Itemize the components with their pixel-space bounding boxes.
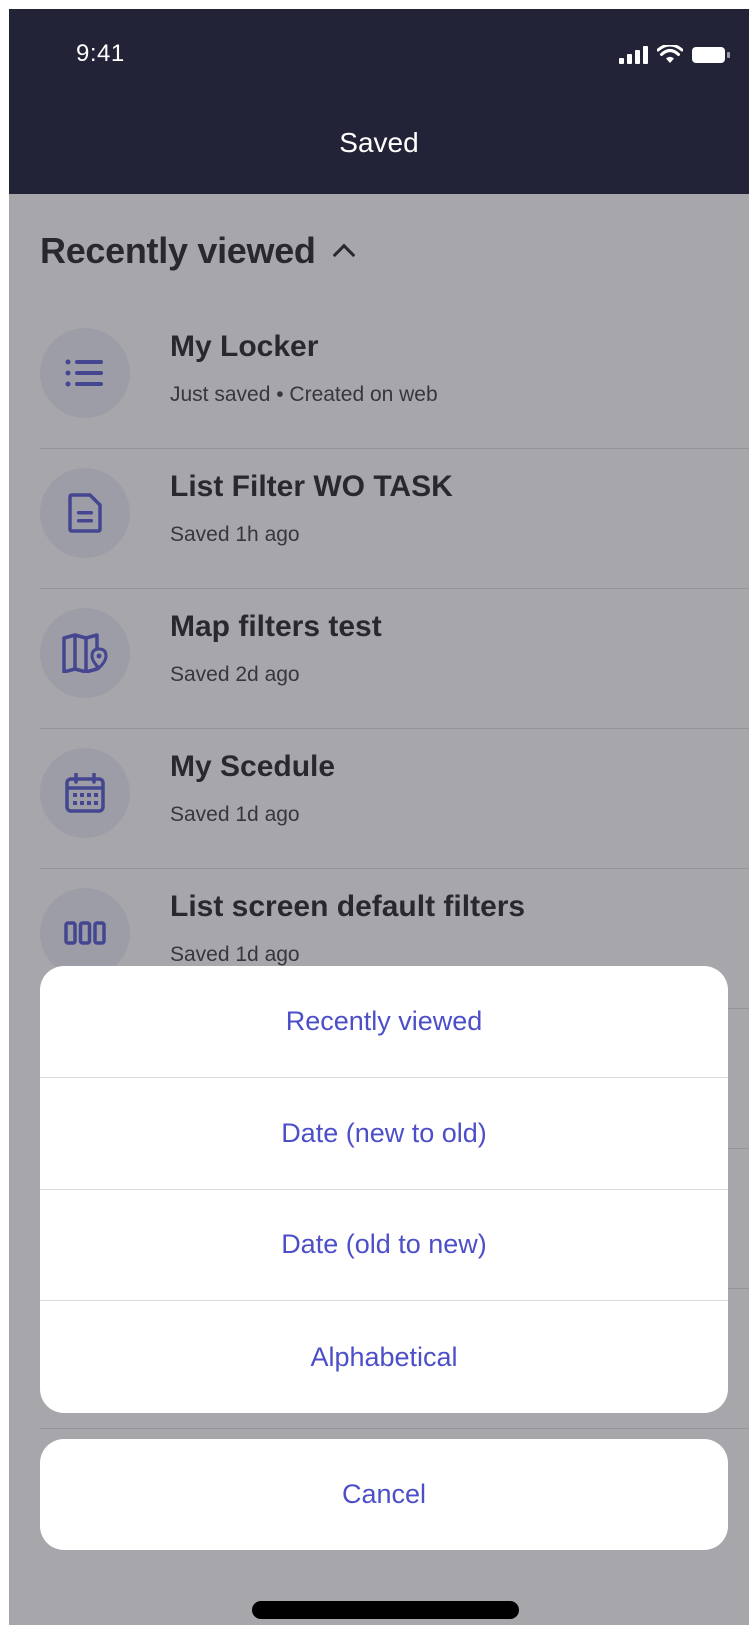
sort-option-alphabetical[interactable]: Alphabetical: [40, 1301, 728, 1413]
battery-icon: [692, 47, 730, 63]
screen: 9:41 Saved Recently viewed My Locker Jus…: [9, 9, 749, 1625]
signal-icon: [619, 46, 648, 64]
sort-option-date-old-to-new[interactable]: Date (old to new): [40, 1190, 728, 1302]
page-title: Saved: [339, 127, 419, 158]
status-icons: [619, 45, 731, 65]
sort-option-date-new-to-old[interactable]: Date (new to old): [40, 1078, 728, 1190]
cancel-button[interactable]: Cancel: [40, 1439, 728, 1550]
status-bar: 9:41: [9, 9, 749, 91]
sort-action-sheet: Recently viewed Date (new to old) Date (…: [40, 966, 728, 1413]
wifi-icon: [657, 45, 683, 63]
home-indicator[interactable]: [252, 1601, 519, 1619]
sort-option-recently-viewed[interactable]: Recently viewed: [40, 966, 728, 1078]
navigation-bar: Saved: [9, 91, 749, 194]
status-time: 9:41: [76, 40, 125, 67]
